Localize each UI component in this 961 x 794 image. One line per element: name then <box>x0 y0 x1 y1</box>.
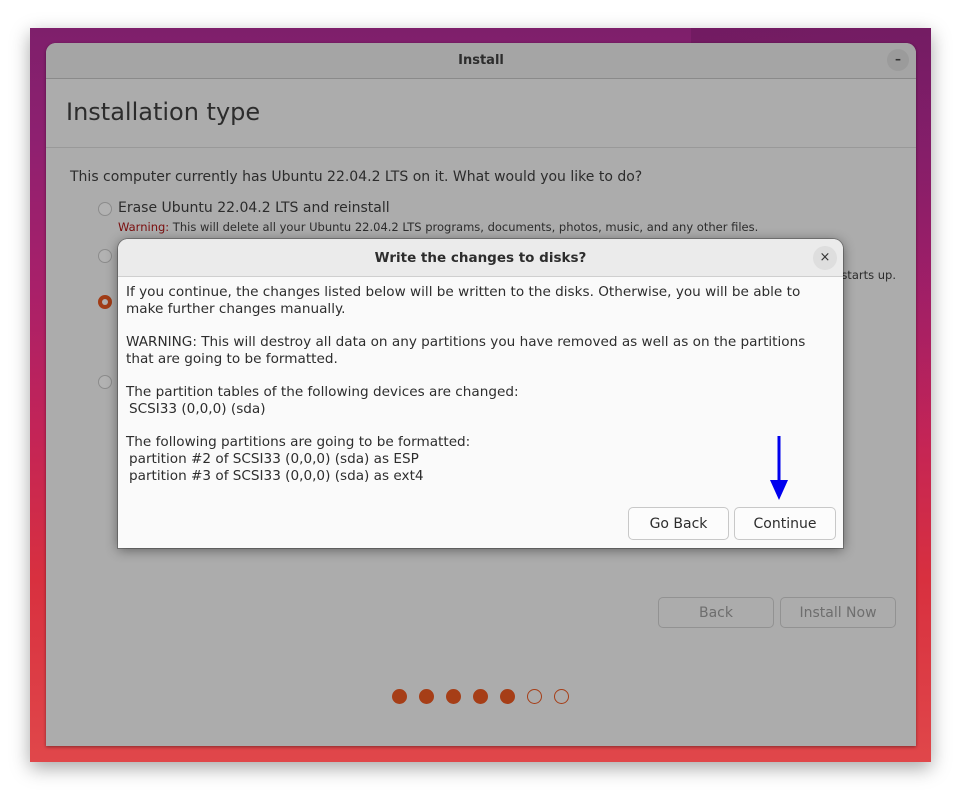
format-section: The following partitions are going to be… <box>126 434 837 485</box>
option-2-description-fragment: starts up. <box>841 268 896 282</box>
format-partition-item: partition #3 of SCSI33 (0,0,0) (sda) as … <box>129 468 424 484</box>
progress-dot-completed <box>446 689 461 704</box>
progress-dot-pending <box>527 689 542 704</box>
progress-dot-completed <box>419 689 434 704</box>
dialog-paragraph-intro: If you continue, the changes listed belo… <box>126 284 801 317</box>
format-heading: The following partitions are going to be… <box>126 434 471 450</box>
dialog-titlebar: Write the changes to disks? × <box>118 239 843 277</box>
partition-tables-heading: The partition tables of the following de… <box>126 384 519 400</box>
radio-option-4[interactable] <box>98 375 112 389</box>
arrow-head <box>770 480 788 500</box>
dialog-body: If you continue, the changes listed belo… <box>126 284 837 501</box>
radio-erase-reinstall[interactable] <box>98 202 112 216</box>
partition-tables-section: The partition tables of the following de… <box>126 384 837 418</box>
progress-dots <box>392 689 569 704</box>
back-button[interactable]: Back <box>658 597 774 628</box>
progress-dot-completed <box>473 689 488 704</box>
format-partition-item: partition #2 of SCSI33 (0,0,0) (sda) as … <box>129 451 419 467</box>
page-title: Installation type <box>66 98 261 126</box>
close-icon: × <box>819 250 831 265</box>
dialog-close-button[interactable]: × <box>813 246 837 270</box>
install-question: This computer currently has Ubuntu 22.04… <box>70 169 643 185</box>
window-title: Install <box>458 53 504 68</box>
warning-prefix: Warning: <box>118 220 170 234</box>
radio-option-3-selected[interactable] <box>98 295 112 309</box>
progress-dot-completed <box>392 689 407 704</box>
install-now-button[interactable]: Install Now <box>780 597 896 628</box>
radio-option-2[interactable] <box>98 249 112 263</box>
title-divider <box>46 147 916 148</box>
progress-dot-completed <box>500 689 515 704</box>
option-label: Erase Ubuntu 22.04.2 LTS and reinstall <box>118 200 390 216</box>
minimize-button[interactable]: – <box>887 49 909 71</box>
option-description: Warning: This will delete all your Ubunt… <box>118 220 759 234</box>
dialog-paragraph-warning: WARNING: This will destroy all data on a… <box>126 334 806 367</box>
dialog-title: Write the changes to disks? <box>374 250 587 266</box>
write-changes-dialog: Write the changes to disks? × If you con… <box>118 239 843 548</box>
go-back-button[interactable]: Go Back <box>628 507 729 540</box>
annotation-arrow-down-icon <box>770 436 788 500</box>
minimize-icon: – <box>895 52 901 66</box>
continue-button[interactable]: Continue <box>734 507 836 540</box>
progress-dot-pending <box>554 689 569 704</box>
window-titlebar: Install – <box>46 43 916 79</box>
changed-device: SCSI33 (0,0,0) (sda) <box>129 401 266 417</box>
